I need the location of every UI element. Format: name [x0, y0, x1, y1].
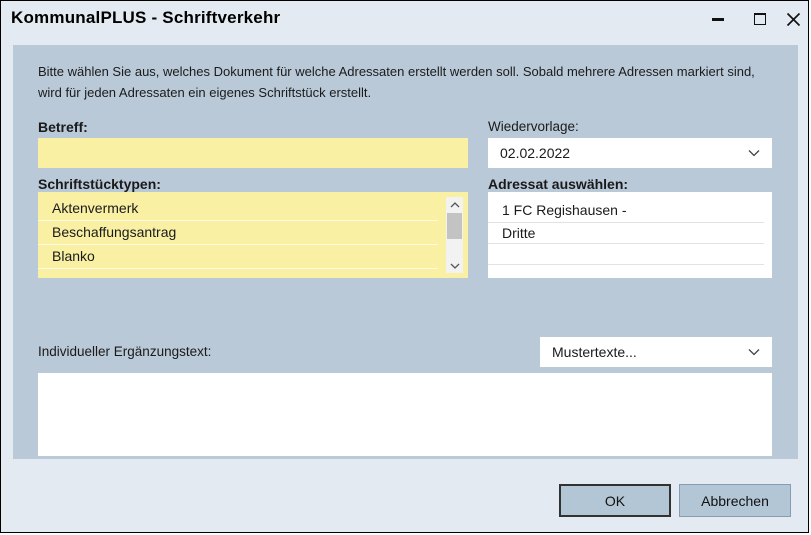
adressat-list[interactable]: 1 FC Regishausen - Dritte	[488, 192, 772, 278]
instruction-text: Bitte wählen Sie aus, welches Dokument f…	[38, 61, 788, 103]
list-item[interactable]: 1 FC Regishausen -	[488, 198, 764, 223]
schriftstuecktypen-list[interactable]: Aktenvermerk Beschaffungsantrag Blanko	[38, 192, 468, 278]
mustertexte-dropdown[interactable]: Mustertexte...	[540, 337, 772, 367]
betreff-label: Betreff:	[38, 119, 88, 135]
list-item[interactable]: Aktenvermerk	[38, 197, 438, 221]
maximize-icon	[754, 13, 766, 25]
instruction-line-1: Bitte wählen Sie aus, welches Dokument f…	[38, 61, 788, 82]
scroll-down-button[interactable]	[446, 258, 463, 273]
minimize-icon	[712, 18, 724, 21]
dialog-window: KommunalPLUS - Schriftverkehr Bitte wähl…	[0, 0, 809, 533]
chevron-down-icon[interactable]	[748, 348, 760, 356]
scroll-up-button[interactable]	[446, 197, 463, 212]
cancel-button[interactable]: Abbrechen	[679, 484, 791, 517]
ergaenzungstext-label: Individueller Ergänzungstext:	[38, 344, 211, 359]
scrollbar-thumb[interactable]	[447, 213, 462, 239]
schriftstuecktypen-label: Schriftstücktypen:	[38, 176, 161, 192]
chevron-up-icon	[450, 202, 460, 208]
maximize-button[interactable]	[744, 5, 776, 33]
close-icon	[786, 12, 801, 27]
betreff-input[interactable]	[38, 138, 468, 168]
chevron-down-icon[interactable]	[748, 149, 760, 157]
empty-list-row	[488, 244, 764, 265]
minimize-button[interactable]	[702, 5, 734, 33]
wiedervorlage-label: Wiedervorlage:	[488, 119, 579, 134]
vertical-scrollbar[interactable]	[446, 197, 463, 273]
window-title: KommunalPLUS - Schriftverkehr	[11, 8, 280, 28]
ok-button[interactable]: OK	[559, 484, 671, 517]
list-item[interactable]: Dritte	[488, 223, 764, 244]
mustertexte-value: Mustertexte...	[552, 344, 637, 360]
titlebar: KommunalPLUS - Schriftverkehr	[1, 1, 808, 45]
ergaenzungstext-textarea[interactable]	[38, 373, 772, 456]
instruction-line-2: wird für jeden Adressaten ein eigenes Sc…	[38, 82, 788, 103]
close-button[interactable]	[777, 5, 809, 33]
wiedervorlage-dropdown[interactable]: 02.02.2022	[488, 138, 772, 168]
wiedervorlage-value: 02.02.2022	[500, 145, 570, 161]
adressat-label: Adressat auswählen:	[488, 176, 628, 192]
list-item[interactable]: Blanko	[38, 245, 438, 269]
list-item[interactable]: Beschaffungsantrag	[38, 221, 438, 245]
dialog-body-panel: Bitte wählen Sie aus, welches Dokument f…	[13, 45, 798, 459]
chevron-down-icon	[450, 263, 460, 269]
